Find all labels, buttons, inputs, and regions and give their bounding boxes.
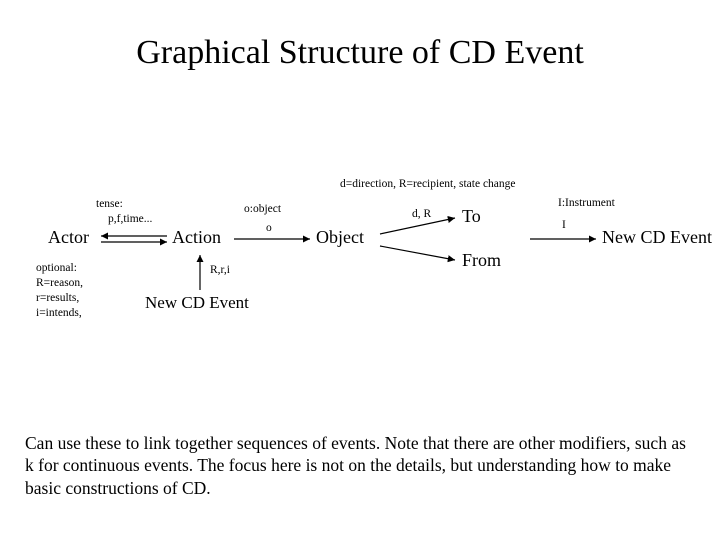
node-action: Action <box>172 227 221 248</box>
node-object: Object <box>316 227 364 248</box>
label-tense: tense: <box>96 198 123 210</box>
slide-footer-text: Can use these to link together sequences… <box>25 432 695 499</box>
label-pftime: p,f,time... <box>108 213 152 225</box>
label-I: I <box>562 219 566 231</box>
label-rresults: r=results, <box>36 292 79 304</box>
node-actor: Actor <box>48 227 89 248</box>
label-Rri: R,r,i <box>210 264 230 276</box>
label-I-instrument: I:Instrument <box>558 197 615 209</box>
label-iintends: i=intends, <box>36 307 82 319</box>
node-newcd-right: New CD Event <box>602 227 712 248</box>
label-o-object: o:object <box>244 203 281 215</box>
diagram-arrows <box>0 160 720 360</box>
label-o: o <box>266 222 272 234</box>
slide-title: Graphical Structure of CD Event <box>0 0 720 72</box>
node-to: To <box>462 206 481 227</box>
label-d-direction: d=direction, R=recipient, state change <box>340 178 516 190</box>
label-optional: optional: <box>36 262 77 274</box>
cd-diagram: Actor Action Object To From New CD Event… <box>0 160 720 360</box>
label-Rreason: R=reason, <box>36 277 83 289</box>
node-from: From <box>462 250 501 271</box>
node-newcd-bottom: New CD Event <box>145 293 249 313</box>
label-dR: d, R <box>412 208 431 220</box>
